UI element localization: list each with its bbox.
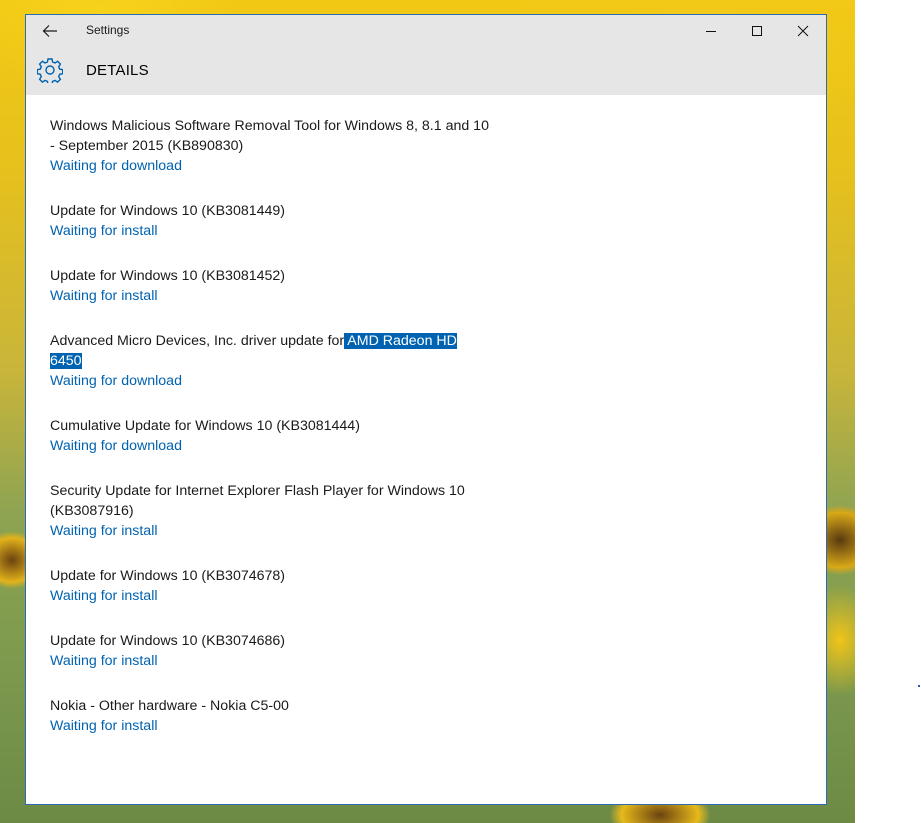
update-name: Update for Windows 10 (KB3074686) — [50, 633, 286, 649]
update-details-content: Windows Malicious Software Removal Tool … — [26, 95, 826, 804]
update-item: Cumulative Update for Windows 10 (KB3081… — [50, 416, 490, 456]
close-button[interactable] — [780, 15, 826, 47]
maximize-button[interactable] — [734, 15, 780, 47]
update-name: Security Update for Internet Explorer Fl… — [50, 483, 465, 519]
update-status-link[interactable]: Waiting for download — [50, 371, 490, 391]
title-bar[interactable]: Settings — [26, 15, 826, 47]
update-name: Nokia - Other hardware - Nokia C5-00 — [50, 698, 289, 714]
update-name: Update for Windows 10 (KB3081452) — [50, 268, 286, 284]
update-item: Update for Windows 10 (KB3074678) Waitin… — [50, 566, 490, 606]
maximize-icon — [752, 26, 762, 36]
update-item: Security Update for Internet Explorer Fl… — [50, 481, 490, 541]
gear-icon — [37, 58, 63, 83]
update-status-link[interactable]: Waiting for install — [50, 221, 490, 241]
update-status-link[interactable]: Waiting for install — [50, 286, 490, 306]
update-name: Windows Malicious Software Removal Tool … — [50, 118, 489, 154]
back-button[interactable] — [36, 19, 64, 43]
close-icon — [797, 25, 809, 37]
update-item: Update for Windows 10 (KB3081452) Waitin… — [50, 266, 490, 306]
desktop-artifact — [918, 685, 920, 687]
update-name: Advanced Micro Devices, Inc. driver upda… — [50, 331, 490, 371]
update-item: Advanced Micro Devices, Inc. driver upda… — [50, 331, 490, 391]
update-status-link[interactable]: Waiting for install — [50, 651, 490, 671]
arrow-left-icon — [42, 25, 57, 37]
update-item: Update for Windows 10 (KB3081449) Waitin… — [50, 201, 490, 241]
page-header: DETAILS — [26, 47, 826, 95]
update-name: Update for Windows 10 (KB3081449) — [50, 203, 286, 219]
update-item: Update for Windows 10 (KB3074686) Waitin… — [50, 631, 490, 671]
update-status-link[interactable]: Waiting for install — [50, 716, 490, 736]
update-list: Windows Malicious Software Removal Tool … — [50, 116, 490, 761]
minimize-button[interactable] — [688, 15, 734, 47]
settings-window: Settings DETAILS Windows Malicious Softw… — [25, 14, 827, 805]
update-status-link[interactable]: Waiting for install — [50, 521, 490, 541]
update-name-text: Advanced Micro Devices, Inc. driver upda… — [50, 333, 345, 349]
update-item: Nokia - Other hardware - Nokia C5-00 Wai… — [50, 696, 490, 736]
update-status-link[interactable]: Waiting for install — [50, 586, 490, 606]
page-title: DETAILS — [86, 62, 149, 79]
app-title: Settings — [86, 23, 130, 37]
update-item: Windows Malicious Software Removal Tool … — [50, 116, 490, 176]
update-status-link[interactable]: Waiting for download — [50, 436, 490, 456]
update-name: Cumulative Update for Windows 10 (KB3081… — [50, 418, 360, 434]
update-status-link[interactable]: Waiting for download — [50, 156, 490, 176]
minimize-icon — [706, 31, 716, 32]
update-name: Update for Windows 10 (KB3074678) — [50, 568, 286, 584]
